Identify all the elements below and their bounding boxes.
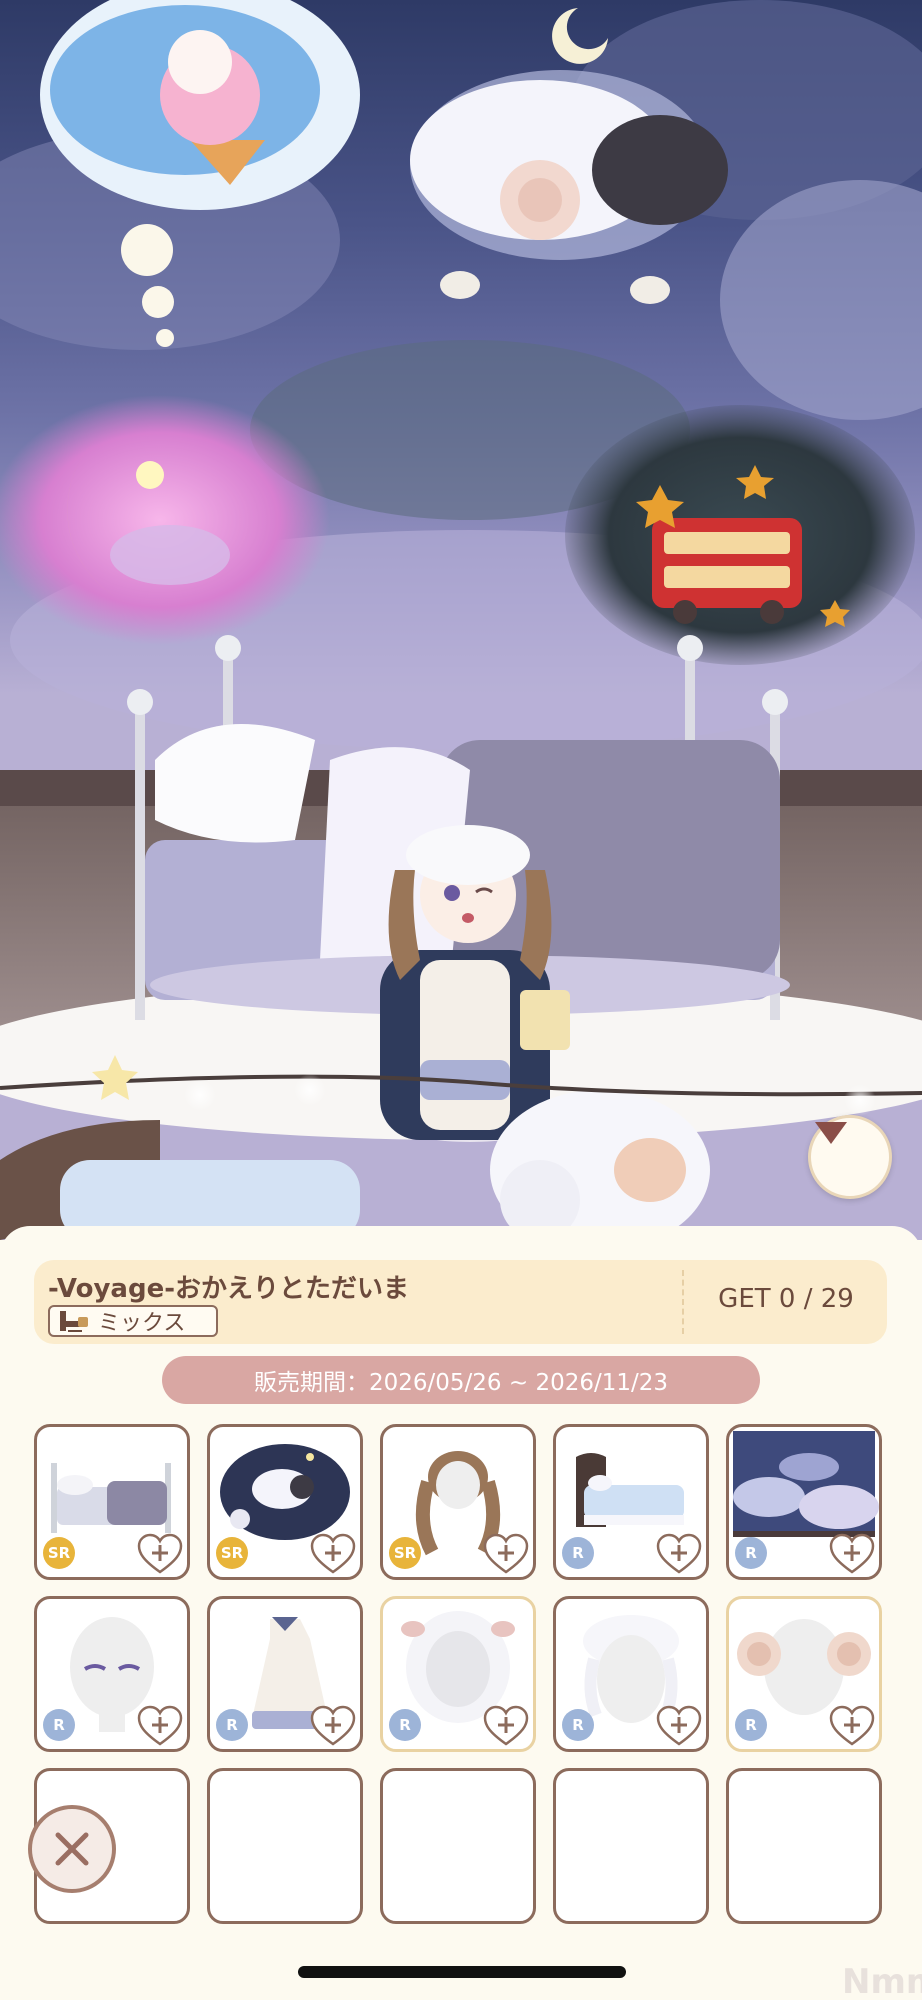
item-card-ram-horns[interactable]: R <box>726 1596 882 1752</box>
heart-plus-icon[interactable] <box>656 1533 702 1575</box>
heart-plus-icon[interactable] <box>310 1705 356 1747</box>
rarity-badge: SR <box>216 1537 248 1569</box>
item-card-fluffy-cap[interactable]: R <box>553 1596 709 1752</box>
item-card-bed[interactable]: SR <box>34 1424 190 1580</box>
item-card-night-sky-wallpaper[interactable]: R <box>726 1424 882 1580</box>
triangle-down-icon <box>815 1122 847 1144</box>
rarity-badge: R <box>735 1709 767 1741</box>
heart-plus-icon[interactable] <box>483 1533 529 1575</box>
heart-plus-icon[interactable] <box>829 1533 875 1575</box>
home-indicator[interactable] <box>298 1966 626 1978</box>
item-card-partial[interactable] <box>380 1768 536 1924</box>
rarity-badge: R <box>562 1537 594 1569</box>
room-scene <box>0 0 922 1240</box>
divider <box>682 1270 684 1334</box>
scene-illustration <box>0 0 922 1240</box>
item-card-nightgown-dress[interactable]: R <box>207 1596 363 1752</box>
item-card-dream-sheep-background[interactable]: SR <box>207 1424 363 1580</box>
set-title: -Voyage-おかえりとただいま <box>48 1274 409 1304</box>
get-count: GET 0 / 29 <box>718 1284 854 1314</box>
item-grid: SR SR SR R R R R R R R <box>34 1424 886 2000</box>
set-type-tag: ミックス <box>48 1305 218 1337</box>
heart-plus-icon[interactable] <box>310 1533 356 1575</box>
rarity-badge: R <box>562 1709 594 1741</box>
item-card-small-bed[interactable]: R <box>553 1424 709 1580</box>
close-icon <box>55 1832 89 1866</box>
watermark-logo: Nmm <box>842 1962 922 2000</box>
heart-plus-icon[interactable] <box>137 1533 183 1575</box>
heart-plus-icon[interactable] <box>137 1705 183 1747</box>
item-card-partial[interactable] <box>553 1768 709 1924</box>
rarity-badge: R <box>389 1709 421 1741</box>
rarity-badge: R <box>43 1709 75 1741</box>
heart-plus-icon[interactable] <box>656 1705 702 1747</box>
item-card-partial[interactable] <box>207 1768 363 1924</box>
item-card-twin-tail-hair[interactable]: SR <box>380 1424 536 1580</box>
rarity-badge: SR <box>43 1537 75 1569</box>
heart-plus-icon[interactable] <box>829 1705 875 1747</box>
rarity-badge: R <box>735 1537 767 1569</box>
item-card-sheep-hood[interactable]: R <box>380 1596 536 1752</box>
rarity-badge: SR <box>389 1537 421 1569</box>
item-card-partial[interactable] <box>726 1768 882 1924</box>
gacha-item-panel: -Voyage-おかえりとただいま ミックス GET 0 / 29 販売期間：2… <box>0 1226 922 2000</box>
sale-period-pill: 販売期間：2026/05/26 ~ 2026/11/23 <box>162 1356 760 1404</box>
item-card-sleepy-eyes[interactable]: R <box>34 1596 190 1752</box>
set-info-box: -Voyage-おかえりとただいま ミックス GET 0 / 29 <box>34 1260 887 1344</box>
heart-plus-icon[interactable] <box>483 1705 529 1747</box>
collapse-button[interactable] <box>808 1115 892 1199</box>
set-type-label: ミックス <box>98 1311 186 1336</box>
furniture-set-icon <box>60 1311 88 1332</box>
rarity-badge: R <box>216 1709 248 1741</box>
close-button[interactable] <box>28 1805 116 1893</box>
